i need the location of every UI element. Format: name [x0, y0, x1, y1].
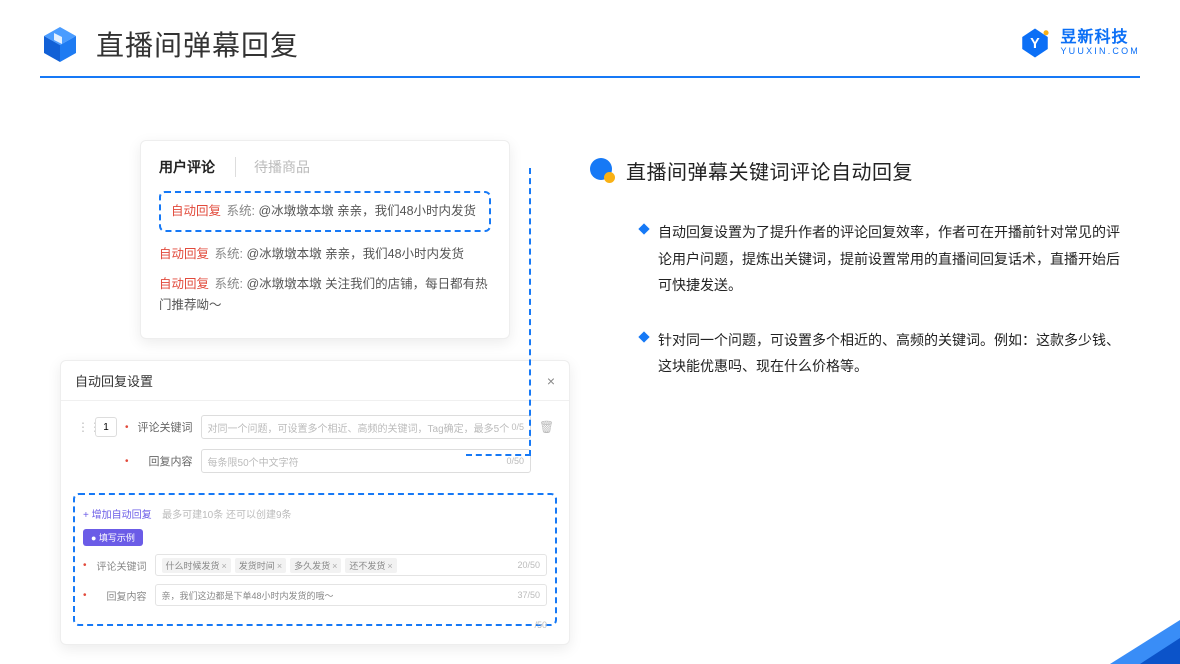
section-bullet-icon — [590, 158, 616, 184]
example-badge: ● 填写示例 — [83, 529, 143, 546]
system-label: 系统: — [227, 204, 255, 218]
add-note: 最多可建10条 还可以创建9条 — [162, 510, 291, 521]
reply-body: @冰墩墩本墩 亲亲，我们48小时内发货 — [246, 247, 464, 261]
required-dot: • — [83, 560, 87, 571]
auto-reply-tag: 自动回复 — [159, 247, 209, 261]
brand-name-en: YUUXIN.COM — [1060, 46, 1140, 57]
comments-panel: 用户评论 待播商品 自动回复 系统: @冰墩墩本墩 亲亲，我们48小时内发货 自… — [140, 140, 510, 339]
diamond-bullet-icon — [638, 331, 649, 342]
drag-handle-icon[interactable]: ⋮⋮ — [77, 420, 87, 434]
ex-content-label: 回复内容 — [95, 588, 147, 603]
ex-content-text: 亲，我们这边都是下单48小时内发货的哦～ — [162, 589, 334, 602]
keyword-chip[interactable]: 还不发货× — [345, 558, 396, 573]
reply-body: @冰墩墩本墩 亲亲，我们48小时内发货 — [258, 204, 476, 218]
required-dot: • — [83, 590, 87, 601]
content-count: 0/50 — [506, 456, 524, 466]
brand-logo: Y 昱新科技 YUUXIN.COM — [1018, 26, 1140, 60]
ex-keyword-count: 20/50 — [517, 560, 540, 570]
content-placeholder: 每条限50个中文字符 — [208, 454, 299, 469]
settings-title: 自动回复设置 — [75, 371, 153, 390]
ex-content-input[interactable]: 亲，我们这边都是下单48小时内发货的哦～ 37/50 — [155, 584, 547, 606]
section-subtitle: 直播间弹幕关键词评论自动回复 — [626, 156, 913, 185]
ex-keyword-input[interactable]: 什么时候发货× 发货时间× 多久发货× 还不发货× 20/50 — [155, 554, 547, 576]
auto-reply-tag: 自动回复 — [171, 204, 221, 218]
auto-reply-settings-dialog: 自动回复设置 × ⋮⋮ 1 • 评论关键词 对同一个问题，可设置多个相近、高频的… — [60, 360, 570, 645]
svg-text:Y: Y — [1031, 36, 1041, 52]
keyword-placeholder: 对同一个问题，可设置多个相近、高频的关键词，Tag确定，最多5个 — [208, 420, 510, 435]
add-auto-reply-link[interactable]: + 增加自动回复 — [83, 510, 152, 521]
keyword-label: 评论关键词 — [137, 419, 193, 435]
content-input[interactable]: 每条限50个中文字符 0/50 — [201, 449, 531, 473]
tab-user-comments[interactable]: 用户评论 — [159, 157, 215, 177]
ex-content-count: 37/50 — [517, 590, 540, 600]
content-label: 回复内容 — [137, 453, 193, 469]
keyword-chip[interactable]: 发货时间× — [235, 558, 286, 573]
brand-name-cn: 昱新科技 — [1060, 30, 1140, 46]
system-label: 系统: — [215, 247, 243, 261]
required-dot: • — [125, 456, 129, 467]
rule-index: 1 — [95, 417, 117, 437]
highlighted-reply: 自动回复 系统: @冰墩墩本墩 亲亲，我们48小时内发货 — [159, 191, 491, 232]
keyword-input[interactable]: 对同一个问题，可设置多个相近、高频的关键词，Tag确定，最多5个 0/5 — [201, 415, 531, 439]
header-divider — [40, 76, 1140, 78]
example-highlight: + 增加自动回复 最多可建10条 还可以创建9条 ● 填写示例 • 评论关键词 … — [73, 493, 557, 626]
required-dot: • — [125, 422, 129, 433]
system-label: 系统: — [215, 277, 243, 291]
auto-reply-tag: 自动回复 — [159, 277, 209, 291]
bullet-text-2: 针对同一个问题，可设置多个相近的、高频的关键词。例如：这款多少钱、这块能优惠吗、… — [658, 327, 1128, 380]
keyword-chip[interactable]: 多久发货× — [290, 558, 341, 573]
ex-keyword-label: 评论关键词 — [95, 558, 147, 573]
keyword-count: 0/5 — [511, 422, 524, 432]
tab-pending-goods[interactable]: 待播商品 — [235, 157, 310, 177]
cube-icon — [40, 24, 80, 64]
diamond-bullet-icon — [638, 223, 649, 234]
stray-count: /50 — [534, 620, 547, 630]
delete-icon[interactable]: 🗑 — [539, 420, 553, 434]
close-icon[interactable]: × — [547, 373, 555, 389]
corner-decoration — [1140, 638, 1180, 664]
bullet-text-1: 自动回复设置为了提升作者的评论回复效率，作者可在开播前针对常见的评论用户问题，提… — [658, 219, 1128, 299]
page-title: 直播间弹幕回复 — [96, 24, 299, 64]
keyword-chip[interactable]: 什么时候发货× — [162, 558, 231, 573]
